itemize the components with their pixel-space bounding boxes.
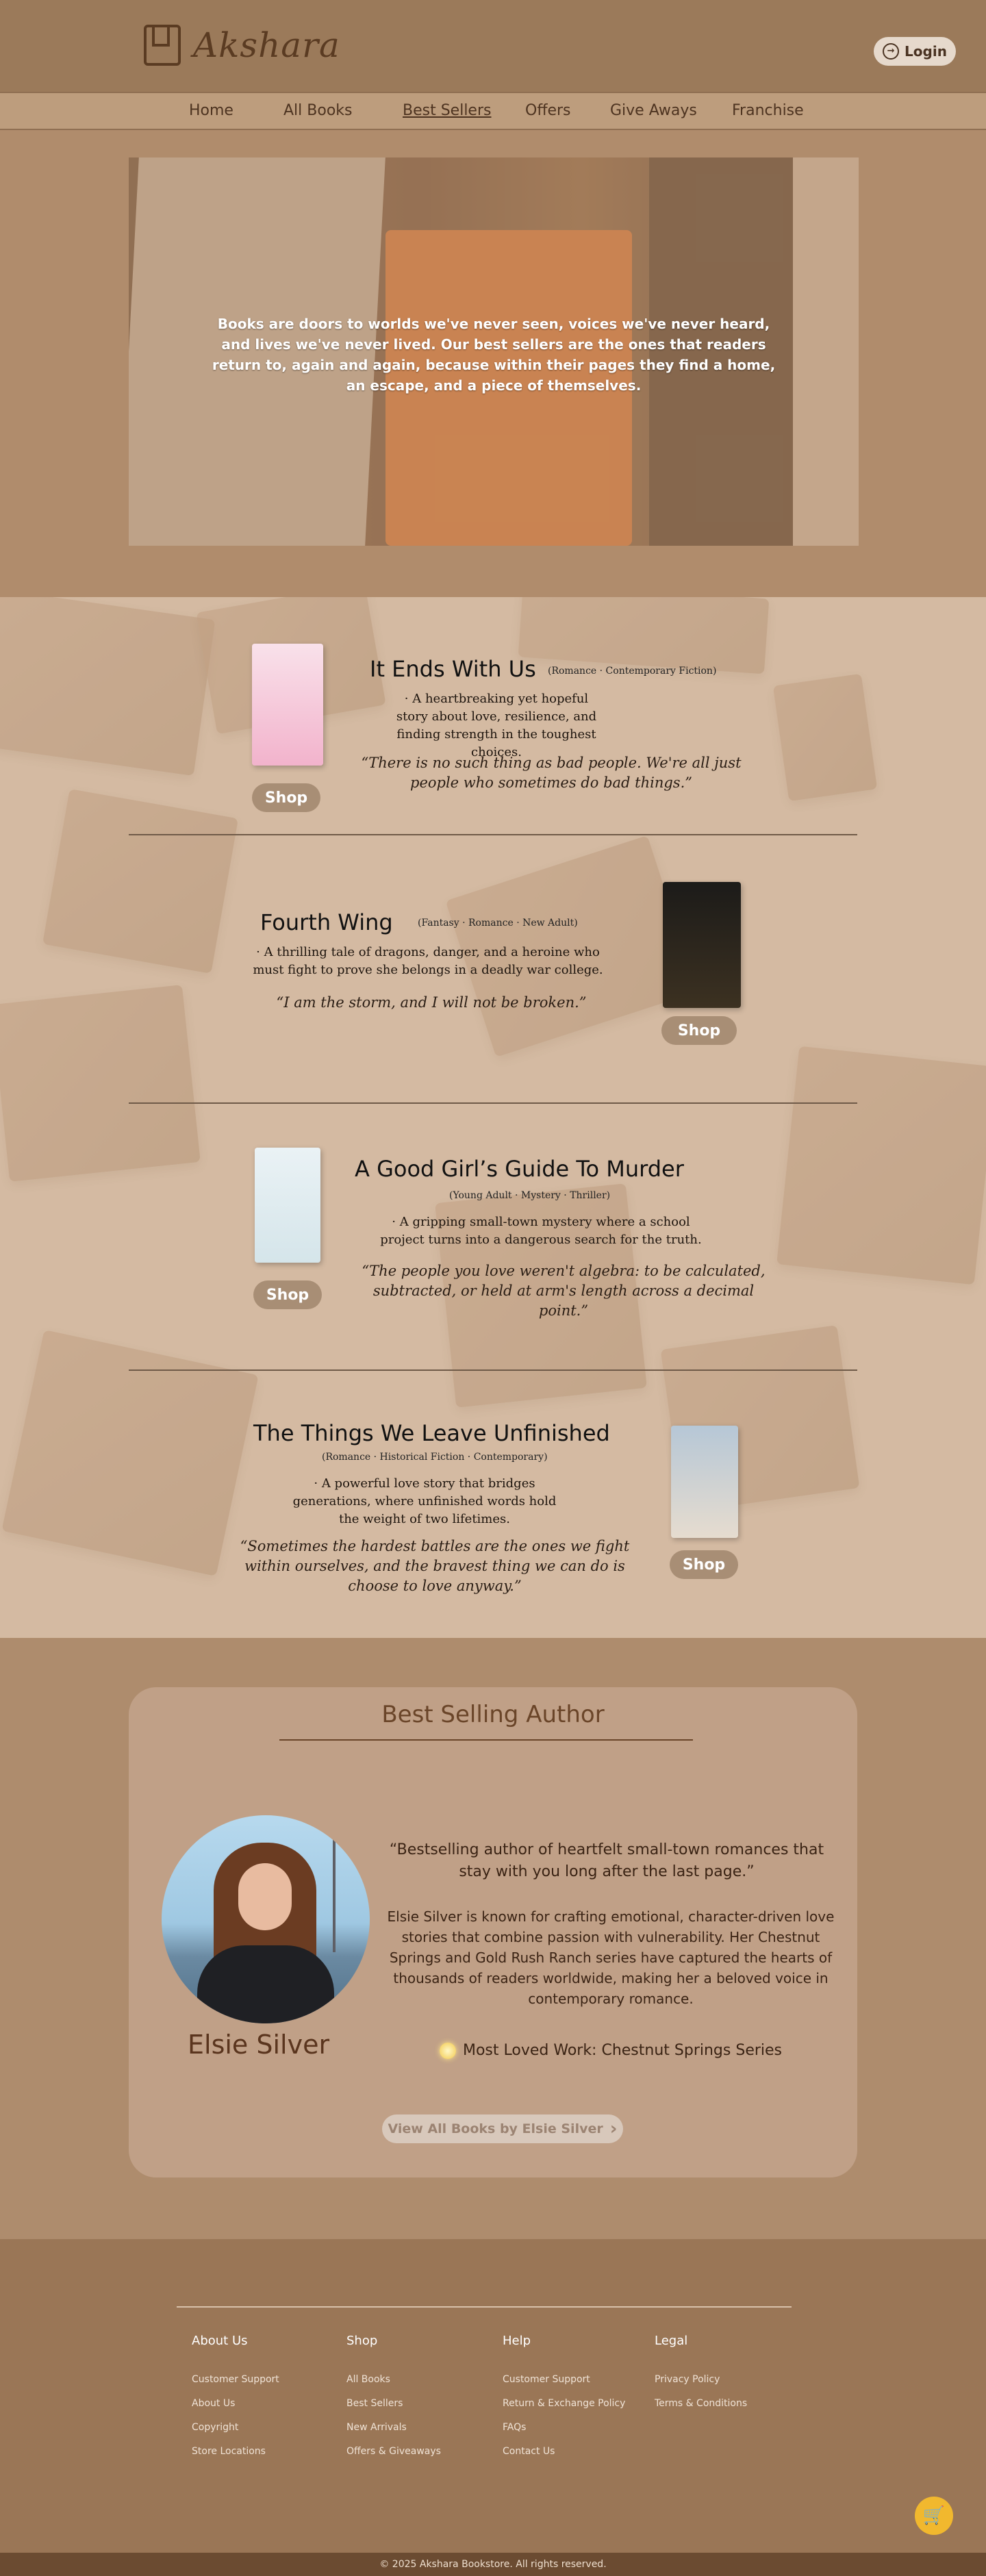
book-description: · A powerful love story that bridges gen… — [292, 1476, 557, 1526]
book-title: It Ends With Us — [370, 656, 536, 682]
most-loved-work: Most Loved Work: Chestnut Springs Series — [433, 2042, 789, 2059]
nav-give-aways[interactable]: Give Aways — [610, 102, 697, 119]
main-nav: Home All Books Best Sellers Offers Give … — [0, 92, 986, 130]
cart-icon[interactable]: 🛒 — [915, 2497, 953, 2535]
decorative-shape — [0, 985, 201, 1182]
author-quote: “Bestselling author of heartfelt small-t… — [389, 1841, 824, 1880]
shop-button-things-we-leave-unfinished[interactable]: Shop — [670, 1550, 738, 1579]
shop-button-fourth-wing[interactable]: Shop — [661, 1016, 737, 1045]
footer-link[interactable]: Store Locations — [192, 2446, 279, 2457]
book-cover-good-girls-guide[interactable] — [255, 1148, 320, 1263]
decorative-shape — [1, 1330, 259, 1576]
section-divider — [129, 1369, 857, 1371]
view-all-books-label: View All Books by Elsie Silver — [388, 2121, 603, 2136]
footer-link[interactable]: About Us — [192, 2398, 279, 2409]
book-description: · A heartbreaking yet hopeful story abou… — [396, 692, 597, 759]
book-quote: “The people you love weren't algebra: to… — [362, 1263, 766, 1319]
book-title: Fourth Wing — [260, 909, 393, 935]
footer-link[interactable]: All Books — [346, 2374, 441, 2385]
section-divider — [129, 1102, 857, 1104]
book-description: · A thrilling tale of dragons, danger, a… — [253, 945, 603, 977]
avatar-coat — [197, 1945, 334, 2023]
author-name: Elsie Silver — [188, 2030, 330, 2060]
book-cover-it-ends-with-us[interactable] — [252, 644, 323, 766]
book-genre: (Romance · Historical Fiction · Contempo… — [322, 1452, 548, 1463]
footer-link[interactable]: Return & Exchange Policy — [503, 2398, 625, 2409]
footer-link[interactable]: Contact Us — [503, 2446, 625, 2457]
footer-link[interactable]: Best Sellers — [346, 2398, 441, 2409]
login-label: Login — [905, 43, 947, 60]
author-photo — [162, 1815, 370, 2023]
site-header: Akshara → Login — [0, 0, 986, 92]
decorative-shape — [776, 1046, 986, 1285]
nav-offers[interactable]: Offers — [525, 102, 571, 119]
star-icon — [439, 2042, 456, 2059]
brand-name: Akshara — [193, 25, 340, 65]
footer-column-shop: Shop All Books Best Sellers New Arrivals… — [346, 2334, 441, 2470]
footer-link[interactable]: New Arrivals — [346, 2422, 441, 2433]
decorative-shape — [772, 673, 878, 802]
book-genre: (Romance · Contemporary Fiction) — [548, 666, 717, 677]
nav-best-sellers[interactable]: Best Sellers — [403, 102, 491, 119]
book-logo-icon — [144, 25, 181, 66]
decorative-shape — [42, 789, 239, 974]
author-section-title: Best Selling Author — [381, 1701, 605, 1728]
view-all-books-button[interactable]: View All Books by Elsie Silver › — [382, 2114, 623, 2143]
footer-column-about: About Us Customer Support About Us Copyr… — [192, 2334, 279, 2470]
shop-button-it-ends-with-us[interactable]: Shop — [252, 783, 320, 812]
book-title: A Good Girl’s Guide To Murder — [355, 1156, 684, 1182]
book-cover-things-we-leave-unfinished[interactable] — [671, 1426, 738, 1538]
chevron-right-icon: › — [609, 2119, 618, 2139]
hero-section: Books are doors to worlds we've never se… — [0, 130, 986, 597]
avatar-mast — [333, 1836, 336, 1952]
footer-column-help: Help Customer Support Return & Exchange … — [503, 2334, 625, 2470]
footer-heading: Help — [503, 2334, 531, 2348]
decorative-shape — [0, 597, 216, 776]
author-title-underline — [279, 1739, 693, 1741]
footer-divider — [177, 2306, 792, 2308]
avatar-face — [238, 1863, 292, 1930]
author-card: Best Selling Author Elsie Silver “Bestse… — [129, 1687, 857, 2177]
nav-home[interactable]: Home — [189, 102, 233, 119]
footer-link[interactable]: Terms & Conditions — [655, 2398, 747, 2409]
copyright-bar: © 2025 Akshara Bookstore. All rights res… — [0, 2553, 986, 2576]
book-genre: (Young Adult · Mystery · Thriller) — [449, 1190, 611, 1201]
footer-link[interactable]: Copyright — [192, 2422, 279, 2433]
book-quote: “Sometimes the hardest battles are the o… — [240, 1538, 630, 1594]
book-cover-fourth-wing[interactable] — [663, 882, 741, 1008]
book-genre: (Fantasy · Romance · New Adult) — [418, 918, 578, 929]
login-arrow-icon: → — [883, 43, 900, 60]
footer-link[interactable]: Customer Support — [503, 2374, 625, 2385]
footer-link[interactable]: Privacy Policy — [655, 2374, 747, 2385]
book-title: The Things We Leave Unfinished — [253, 1420, 610, 1446]
footer-column-legal: Legal Privacy Policy Terms & Conditions — [655, 2334, 747, 2422]
nav-franchise[interactable]: Franchise — [732, 102, 804, 119]
footer-link[interactable]: Offers & Giveaways — [346, 2446, 441, 2457]
footer-heading: Shop — [346, 2334, 378, 2348]
section-divider — [129, 834, 857, 835]
brand-logo[interactable]: Akshara — [144, 25, 340, 66]
decorative-shape — [518, 597, 770, 674]
best-sellers-section: Shop It Ends With Us (Romance · Contempo… — [0, 597, 986, 1638]
footer-heading: About Us — [192, 2334, 248, 2348]
footer-link[interactable]: Customer Support — [192, 2374, 279, 2385]
hero-banner: Books are doors to worlds we've never se… — [129, 157, 859, 546]
book-quote: “There is no such thing as bad people. W… — [361, 755, 742, 791]
most-loved-text: Most Loved Work: Chestnut Springs Series — [462, 2042, 783, 2059]
login-button[interactable]: → Login — [874, 37, 956, 66]
shop-button-good-girls-guide[interactable]: Shop — [253, 1280, 322, 1309]
author-bio: Elsie Silver is known for crafting emoti… — [387, 1908, 835, 2007]
hero-quote: Books are doors to worlds we've never se… — [212, 316, 776, 394]
nav-all-books[interactable]: All Books — [283, 102, 352, 119]
book-quote: “I am the storm, and I will not be broke… — [276, 994, 587, 1011]
footer-heading: Legal — [655, 2334, 688, 2348]
site-footer: About Us Customer Support About Us Copyr… — [0, 2239, 986, 2553]
author-section: Best Selling Author Elsie Silver “Bestse… — [0, 1638, 986, 2239]
book-description: · A gripping small-town mystery where a … — [380, 1215, 702, 1247]
footer-link[interactable]: FAQs — [503, 2422, 625, 2433]
